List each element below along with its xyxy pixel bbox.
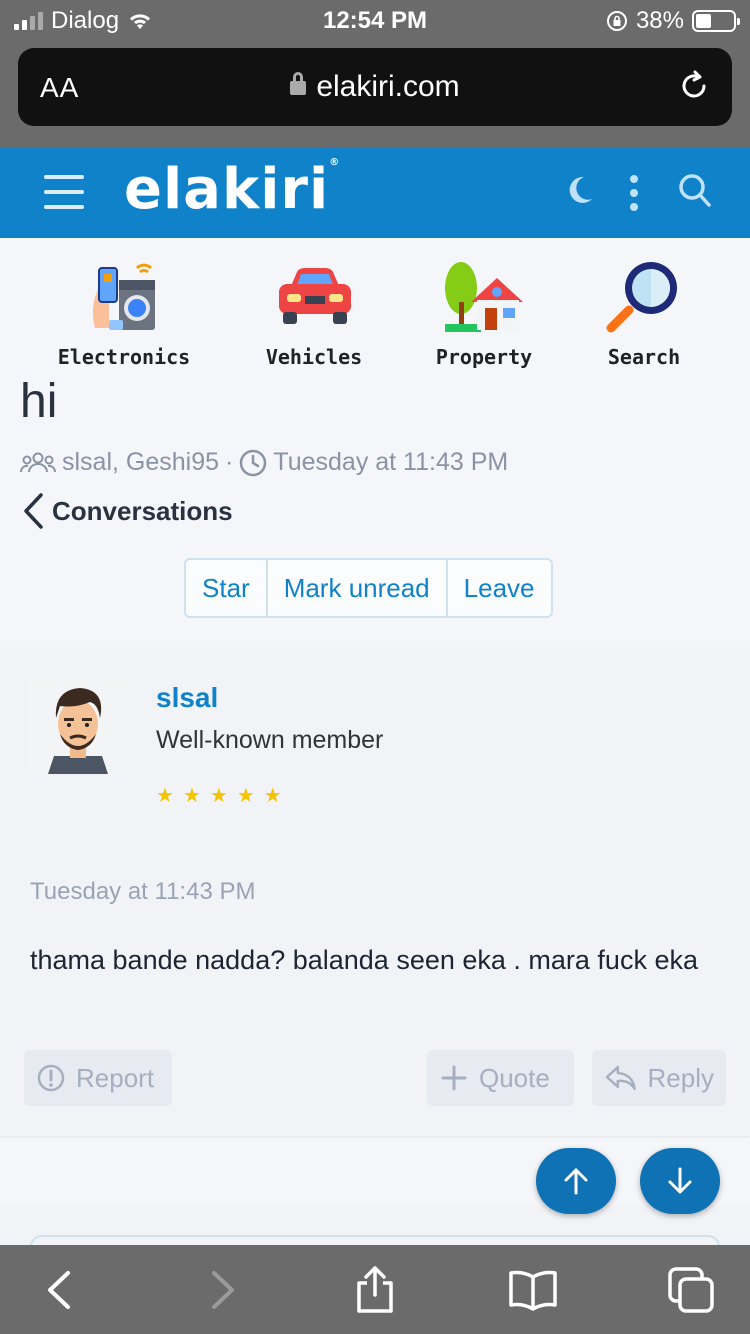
battery-icon <box>692 10 740 32</box>
category-electronics[interactable]: Electronics <box>44 258 204 369</box>
message-body: thama bande nadda? balanda seen eka . ma… <box>30 945 698 975</box>
meta-separator: · <box>225 448 234 476</box>
alert-icon <box>37 1064 65 1092</box>
electronics-icon <box>92 263 155 330</box>
reply-icon <box>605 1065 636 1091</box>
star-icon: ★ <box>263 785 282 807</box>
conversation-date: Tuesday at 11:43 PM <box>273 448 509 476</box>
message-date[interactable]: Tuesday at 11:43 PM <box>30 878 255 906</box>
battery-percent: 38% <box>635 7 684 34</box>
reload-icon[interactable] <box>676 68 712 104</box>
username-link[interactable]: slsal <box>156 682 218 714</box>
back-icon[interactable] <box>36 1265 86 1315</box>
star-icon: ★ <box>182 785 201 807</box>
participants-icon <box>20 452 56 472</box>
url-text: elakiri.com <box>316 70 460 103</box>
menu-icon[interactable] <box>44 175 84 209</box>
reply-label: Reply <box>647 1062 714 1093</box>
conversation-meta: slsal, Geshi95 · Tuesday at 11:43 PM <box>20 448 508 477</box>
site-logo[interactable]: elakiri® <box>124 157 340 222</box>
avatar[interactable] <box>30 678 126 774</box>
star-button[interactable]: Star <box>186 560 268 616</box>
house-icon <box>445 262 523 332</box>
participants-list[interactable]: slsal, Geshi95 <box>62 448 219 477</box>
page-title: hi <box>20 375 58 428</box>
plus-icon <box>441 1065 467 1091</box>
share-icon[interactable] <box>350 1265 400 1315</box>
logo-text: elakiri <box>124 157 330 222</box>
scroll-down-button[interactable] <box>640 1148 720 1214</box>
category-label: Electronics <box>57 345 191 369</box>
star-icon: ★ <box>156 785 174 807</box>
status-bar: Dialog 12:54 PM 38% <box>0 0 750 40</box>
category-label: Vehicles <box>265 345 363 369</box>
tabs-icon[interactable] <box>666 1265 716 1315</box>
back-label: Conversations <box>52 495 233 526</box>
quote-button[interactable]: Quote <box>427 1050 574 1106</box>
search-icon[interactable] <box>678 173 712 209</box>
conversation-actions: Star Mark unread Leave <box>184 558 553 618</box>
leave-button[interactable]: Leave <box>448 560 551 616</box>
browser-toolbar <box>0 1245 750 1334</box>
car-icon <box>279 268 351 324</box>
back-to-conversations[interactable]: Conversations <box>22 492 233 530</box>
report-button[interactable]: Report <box>24 1050 172 1106</box>
star-icon: ★ <box>209 785 228 807</box>
rotation-lock-icon <box>606 11 627 31</box>
avatar-image <box>30 678 126 774</box>
bookmarks-icon[interactable] <box>508 1265 558 1315</box>
site-header: elakiri® <box>0 147 750 238</box>
mark-unread-button[interactable]: Mark unread <box>268 560 448 616</box>
category-vehicles[interactable]: Vehicles <box>234 258 394 369</box>
clock-icon <box>240 449 267 476</box>
reply-button[interactable]: Reply <box>592 1050 726 1106</box>
quote-label: Quote <box>479 1062 550 1093</box>
magnifier-icon <box>606 262 677 333</box>
address-bar[interactable]: AA elakiri.com <box>18 48 732 126</box>
category-bar: Electronics Vehicles Property Search <box>0 238 750 370</box>
report-label: Report <box>76 1062 155 1093</box>
arrow-down-icon <box>668 1167 692 1194</box>
category-label: Search <box>607 345 681 369</box>
forward-icon[interactable] <box>196 1265 246 1315</box>
star-icon: ★ <box>236 785 255 807</box>
message: slsal Well-known member ★ ★ ★ ★ ★ Tuesda… <box>0 648 750 1136</box>
category-property[interactable]: Property <box>404 258 564 369</box>
browser-chrome: AA elakiri.com <box>0 40 750 147</box>
more-options-icon[interactable] <box>624 173 644 213</box>
next-section <box>0 1205 750 1265</box>
category-label: Property <box>435 345 533 369</box>
url-display[interactable]: elakiri.com <box>18 70 732 104</box>
user-rating: ★ ★ ★ ★ ★ <box>156 786 282 806</box>
status-right: 38% <box>606 7 740 35</box>
dark-mode-icon[interactable] <box>564 173 596 207</box>
arrow-up-icon <box>564 1168 588 1195</box>
scroll-up-button[interactable] <box>536 1148 616 1214</box>
user-title: Well-known member <box>156 726 384 754</box>
lock-icon <box>290 72 307 95</box>
chevron-left-icon <box>24 493 43 529</box>
category-search[interactable]: Search <box>564 258 724 369</box>
